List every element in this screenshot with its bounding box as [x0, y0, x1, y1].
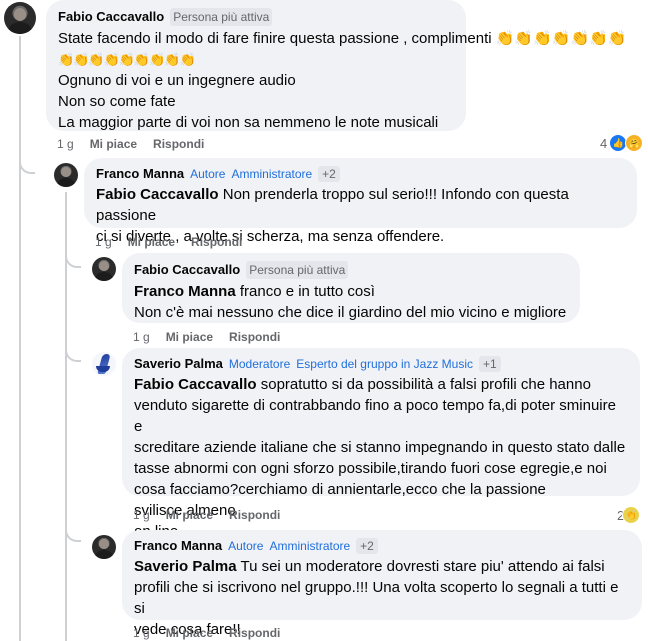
reply-button[interactable]: Rispondi: [229, 626, 280, 640]
comment-actions: 1 g Mi piace Rispondi: [133, 626, 280, 640]
comment-line: La maggior parte di voi non sa nemmeno l…: [58, 114, 439, 131]
comment-line: profili che si iscrivono nel gruppo.!!! …: [134, 579, 619, 617]
comment-line: Fabio Caccavallo sopratutto si da possib…: [134, 374, 628, 395]
badge-moderator: Moderatore: [228, 357, 291, 371]
avatar[interactable]: [92, 257, 116, 281]
avatar-body: [94, 271, 114, 281]
more-badges[interactable]: +1: [479, 356, 501, 372]
comment-header: Fabio Caccavallo Persona più attiva: [134, 261, 568, 279]
like-button[interactable]: Mi piace: [166, 508, 213, 522]
comment-line: State facendo il modo di fare finire que…: [58, 30, 627, 47]
comment-line: Franco Manna franco e in tutto così: [134, 281, 568, 302]
reply-button[interactable]: Rispondi: [229, 508, 280, 522]
avatar[interactable]: [92, 352, 116, 376]
avatar-body: [94, 549, 114, 559]
comment-line: 👏👏👏👏👏👏👏👏👏: [58, 52, 196, 67]
badge-top-fan: Persona più attiva: [170, 8, 273, 26]
comment-line-text: sopratutto si da possibilità a falsi pro…: [256, 376, 591, 393]
thread-curve: [65, 526, 81, 542]
comment-text: State facendo il modo di fare finire que…: [58, 28, 627, 133]
comment-actions: 1 g Mi piace Rispondi: [133, 508, 280, 522]
comment-bubble: Fabio Caccavallo Persona più attiva Stat…: [46, 0, 627, 133]
like-button[interactable]: Mi piace: [90, 137, 137, 151]
comment-line: Non so come fate: [58, 93, 176, 110]
more-badges[interactable]: +2: [318, 166, 340, 182]
comment-line: Non c'è mai nessuno che dice il giardino…: [134, 304, 567, 321]
reply-button[interactable]: Rispondi: [191, 235, 242, 249]
mention[interactable]: Fabio Caccavallo: [134, 376, 257, 393]
mention[interactable]: Fabio Caccavallo: [96, 186, 219, 203]
badge-author: Autore: [228, 539, 264, 553]
comment-line: Ognuno di voi e un ingegnere audio: [58, 72, 296, 89]
badge-top-fan: Persona più attiva: [246, 261, 349, 279]
mention[interactable]: Franco Manna: [134, 283, 236, 300]
like-button[interactable]: Mi piace: [166, 330, 213, 344]
comment-bubble: Franco Manna Autore Amministratore +2 Fa…: [84, 158, 637, 245]
badge-admin: Amministratore: [269, 539, 351, 553]
thread-curve: [65, 252, 81, 268]
timestamp[interactable]: 1 g: [133, 626, 150, 640]
avatar-face: [61, 167, 71, 178]
avatar-body: [7, 21, 33, 34]
avatar-body: [56, 177, 76, 187]
clap-icon: 👏: [622, 506, 641, 524]
comment-bubble: Saverio Palma Moderatore Esperto del gru…: [122, 348, 640, 540]
author-name[interactable]: Franco Manna: [96, 166, 184, 182]
thread-line: [19, 36, 21, 641]
like-button[interactable]: Mi piace: [166, 626, 213, 640]
badge-expert: Esperto del gruppo in Jazz Music: [296, 357, 474, 371]
comment-line: Fabio Caccavallo Non prenderla troppo su…: [96, 184, 625, 226]
more-badges[interactable]: +2: [356, 538, 378, 554]
comment-text: Franco Manna franco e in tutto così Non …: [134, 281, 568, 323]
avatar[interactable]: [92, 535, 116, 559]
comment-actions: 1 g Mi piace Rispondi: [95, 235, 242, 249]
comment-line: screditare aziende italiane che si stann…: [134, 439, 626, 456]
author-name[interactable]: Franco Manna: [134, 538, 222, 554]
badge-admin: Amministratore: [231, 167, 313, 181]
timestamp[interactable]: 1 g: [133, 508, 150, 522]
timestamp[interactable]: 1 g: [95, 235, 112, 249]
comment-header: Fabio Caccavallo Persona più attiva: [58, 8, 454, 26]
avatar[interactable]: [4, 2, 36, 34]
author-name[interactable]: Fabio Caccavallo: [58, 9, 164, 25]
comment-header: Saverio Palma Moderatore Esperto del gru…: [134, 356, 628, 372]
comment-header: Franco Manna Autore Amministratore +2: [96, 166, 625, 182]
timestamp[interactable]: 1 g: [57, 137, 74, 151]
jazz-logo-icon: [96, 366, 110, 372]
comment-header: Franco Manna Autore Amministratore +2: [134, 538, 630, 554]
reply-button[interactable]: Rispondi: [153, 137, 204, 151]
thread-curve: [19, 158, 35, 174]
thread-curve: [65, 346, 81, 362]
avatar[interactable]: [54, 163, 78, 187]
badge-author: Autore: [190, 167, 226, 181]
timestamp[interactable]: 1 g: [133, 330, 150, 344]
comment-actions: 1 g Mi piace Rispondi: [133, 330, 280, 344]
comment-actions: 1 g Mi piace Rispondi: [57, 137, 204, 151]
avatar-face: [99, 261, 109, 272]
reaction-count: 4: [600, 135, 608, 151]
comment-line: tasse abnormi con ogni sforzo possibile,…: [134, 460, 607, 477]
comment-bubble: Franco Manna Autore Amministratore +2 Sa…: [122, 530, 642, 638]
author-name[interactable]: Saverio Palma: [134, 356, 223, 372]
avatar-face: [99, 539, 109, 550]
author-name[interactable]: Fabio Caccavallo: [134, 262, 240, 278]
avatar-face: [13, 7, 27, 22]
comment-line: Saverio Palma Tu sei un moderatore dovre…: [134, 556, 630, 577]
comment-line-text: Tu sei un moderatore dovresti stare piu'…: [236, 558, 605, 575]
comment-line: venduto sigarette di contrabbando fino a…: [134, 397, 616, 435]
like-button[interactable]: Mi piace: [128, 235, 175, 249]
mention[interactable]: Saverio Palma: [134, 558, 237, 575]
reaction-summary[interactable]: 2 👏: [617, 506, 641, 524]
care-icon: 🤗: [625, 134, 644, 152]
reaction-summary[interactable]: 4 👍 🤗: [600, 134, 644, 152]
comment-line-text: franco e in tutto così: [235, 283, 375, 300]
reply-button[interactable]: Rispondi: [229, 330, 280, 344]
comment-bubble: Fabio Caccavallo Persona più attiva Fran…: [122, 253, 580, 323]
